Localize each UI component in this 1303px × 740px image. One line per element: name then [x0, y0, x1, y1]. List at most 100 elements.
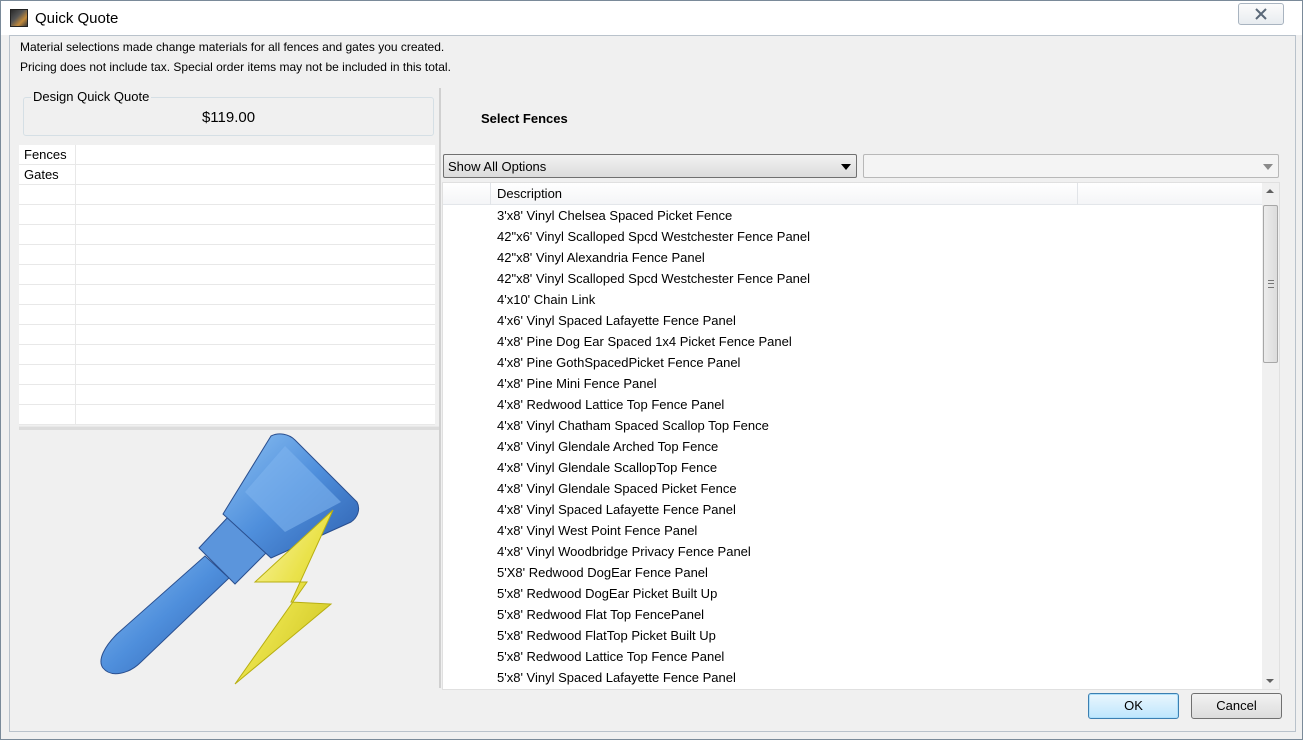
header-description[interactable]: Description: [491, 183, 1078, 205]
scroll-up-arrow-icon[interactable]: [1262, 183, 1279, 200]
summary-row-value: [76, 325, 435, 345]
summary-row-value: [76, 245, 435, 265]
dialog-body: Material selections made change material…: [9, 35, 1296, 732]
ok-button[interactable]: OK: [1088, 693, 1179, 719]
fence-list-item[interactable]: 5'x8' Redwood DogEar Picket Built Up: [443, 583, 1265, 604]
summary-row-value: [76, 265, 435, 285]
summary-row-label: [19, 205, 76, 225]
summary-row-value: [76, 365, 435, 385]
summary-row-label: [19, 185, 76, 205]
materials-note: Material selections made change material…: [20, 40, 445, 54]
design-quick-quote-legend: Design Quick Quote: [31, 89, 152, 104]
fence-app-icon: [10, 9, 28, 27]
summary-row[interactable]: Fences: [19, 145, 435, 165]
paintbrush-lightning-logo: [100, 433, 360, 685]
header-extra-column[interactable]: [1078, 183, 1265, 205]
fence-list-item[interactable]: 4'x8' Vinyl Woodbridge Privacy Fence Pan…: [443, 541, 1265, 562]
pricing-note: Pricing does not include tax. Special or…: [20, 60, 451, 74]
fence-list-item[interactable]: 4'x6' Vinyl Spaced Lafayette Fence Panel: [443, 310, 1265, 331]
summary-row-label: Gates: [19, 165, 76, 185]
summary-row[interactable]: [19, 365, 435, 385]
summary-row-value: [76, 305, 435, 325]
summary-row[interactable]: [19, 225, 435, 245]
fence-list-item[interactable]: 3'x8' Vinyl Chelsea Spaced Picket Fence: [443, 205, 1265, 226]
summary-row-label: [19, 365, 76, 385]
summary-row-value: [76, 205, 435, 225]
secondary-filter-dropdown[interactable]: [863, 154, 1279, 178]
fence-list-item[interactable]: 4'x8' Pine GothSpacedPicket Fence Panel: [443, 352, 1265, 373]
summary-row-label: [19, 325, 76, 345]
fence-list-item[interactable]: 42"x8' Vinyl Scalloped Spcd Westchester …: [443, 268, 1265, 289]
fence-list-item[interactable]: 4'x8' Pine Mini Fence Panel: [443, 373, 1265, 394]
quote-total: $119.00: [201, 109, 256, 126]
fence-list-scrollbar[interactable]: [1262, 183, 1279, 689]
title-bar[interactable]: Quick Quote: [1, 1, 1302, 35]
fence-list-item[interactable]: 5'x8' Redwood Lattice Top Fence Panel: [443, 646, 1265, 667]
fence-list-item[interactable]: 4'x8' Vinyl Chatham Spaced Scallop Top F…: [443, 415, 1265, 436]
fence-list-item[interactable]: 4'x8' Vinyl Glendale Arched Top Fence: [443, 436, 1265, 457]
chevron-down-icon[interactable]: [841, 164, 851, 170]
summary-row-label: [19, 345, 76, 365]
summary-row[interactable]: [19, 385, 435, 405]
fence-list-item[interactable]: 4'x8' Pine Dog Ear Spaced 1x4 Picket Fen…: [443, 331, 1265, 352]
design-quick-quote-group: Design Quick Quote $119.00: [23, 89, 434, 136]
summary-grid[interactable]: Fences Gates: [19, 145, 435, 425]
summary-row-label: [19, 285, 76, 305]
fence-list-item[interactable]: 4'x8' Vinyl Glendale Spaced Picket Fence: [443, 478, 1265, 499]
summary-row-value: [76, 405, 435, 425]
scroll-down-arrow-icon[interactable]: [1262, 672, 1279, 689]
summary-row[interactable]: [19, 305, 435, 325]
fence-list-item[interactable]: 42"x8' Vinyl Alexandria Fence Panel: [443, 247, 1265, 268]
fence-list-item[interactable]: 4'x8' Vinyl West Point Fence Panel: [443, 520, 1265, 541]
summary-row-value: [76, 285, 435, 305]
summary-row-value: [76, 185, 435, 205]
summary-row[interactable]: [19, 205, 435, 225]
fence-list-rows: 3'x8' Vinyl Chelsea Spaced Picket Fence 4…: [443, 205, 1265, 688]
close-icon: [1255, 8, 1267, 20]
fence-list-item[interactable]: 4'x8' Vinyl Spaced Lafayette Fence Panel: [443, 499, 1265, 520]
left-panel-splitter[interactable]: [19, 426, 439, 430]
summary-row[interactable]: [19, 185, 435, 205]
fence-list[interactable]: Description 3'x8' Vinyl Chelsea Spaced P…: [442, 182, 1280, 690]
summary-row[interactable]: [19, 405, 435, 425]
header-blank-column[interactable]: [443, 183, 491, 205]
summary-row[interactable]: [19, 245, 435, 265]
quick-quote-window: Quick Quote Material selections made cha…: [0, 0, 1303, 740]
select-fences-title: Select Fences: [481, 111, 568, 126]
cancel-button[interactable]: Cancel: [1191, 693, 1282, 719]
grip-icon: [1268, 280, 1274, 288]
fence-list-item[interactable]: 4'x10' Chain Link: [443, 289, 1265, 310]
panel-splitter[interactable]: [439, 88, 441, 688]
window-title: Quick Quote: [35, 10, 119, 27]
summary-row-value: [76, 225, 435, 245]
fence-list-item[interactable]: 4'x8' Redwood Lattice Top Fence Panel: [443, 394, 1265, 415]
summary-row-label: [19, 245, 76, 265]
summary-row[interactable]: Gates: [19, 165, 435, 185]
summary-row-label: [19, 265, 76, 285]
summary-row[interactable]: [19, 345, 435, 365]
fence-list-item[interactable]: 42"x6' Vinyl Scalloped Spcd Westchester …: [443, 226, 1265, 247]
summary-row[interactable]: [19, 325, 435, 345]
summary-row-value: [76, 385, 435, 405]
fence-list-item[interactable]: 5'x8' Redwood Flat Top FencePanel: [443, 604, 1265, 625]
fence-list-item[interactable]: 5'X8' Redwood DogEar Fence Panel: [443, 562, 1265, 583]
close-button[interactable]: [1238, 3, 1284, 25]
fence-list-item[interactable]: 5'x8' Redwood FlatTop Picket Built Up: [443, 625, 1265, 646]
summary-row-label: [19, 385, 76, 405]
fence-list-item[interactable]: 4'x8' Vinyl Glendale ScallopTop Fence: [443, 457, 1265, 478]
summary-row-value: [76, 165, 435, 185]
summary-row-label: [19, 225, 76, 245]
scroll-thumb[interactable]: [1263, 205, 1278, 363]
summary-row-label: [19, 405, 76, 425]
summary-row[interactable]: [19, 285, 435, 305]
summary-row[interactable]: [19, 265, 435, 285]
summary-row-value: [76, 145, 435, 165]
fence-filter-value: Show All Options: [448, 159, 547, 174]
fence-list-header: Description: [443, 183, 1265, 205]
fence-list-item[interactable]: 5'x8' Vinyl Spaced Lafayette Fence Panel: [443, 667, 1265, 688]
summary-row-label: Fences: [19, 145, 76, 165]
fence-filter-dropdown[interactable]: Show All Options: [443, 154, 857, 178]
summary-row-value: [76, 345, 435, 365]
chevron-down-icon[interactable]: [1263, 164, 1273, 170]
summary-row-label: [19, 305, 76, 325]
